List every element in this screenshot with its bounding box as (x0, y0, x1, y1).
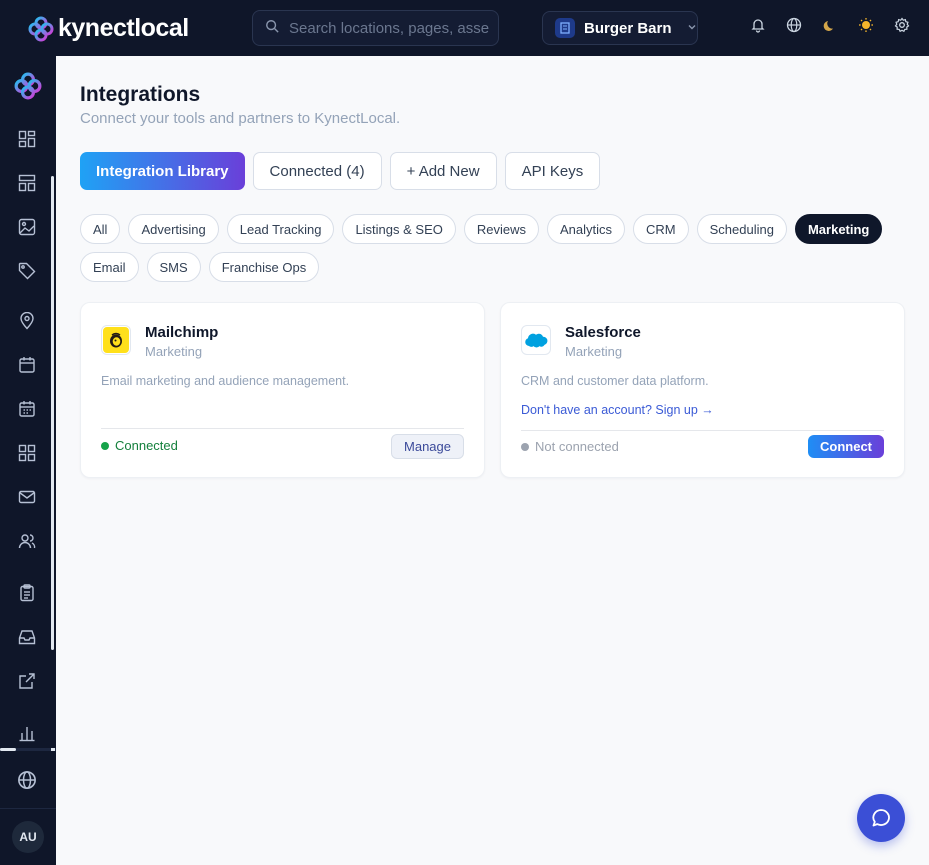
app-logo[interactable]: kynectlocal (28, 14, 189, 43)
status-label: Connected (115, 438, 178, 453)
card-divider (101, 428, 464, 429)
tab-add-new[interactable]: + Add New (389, 152, 497, 190)
category-filters: All Advertising Lead Tracking Listings &… (80, 214, 900, 282)
main-content: Integrations Connect your tools and part… (56, 56, 929, 865)
filter-chip-all[interactable]: All (80, 214, 121, 244)
sidebar-footer-divider (0, 808, 56, 809)
status-badge: Not connected (521, 439, 619, 454)
status-badge: Connected (101, 438, 178, 453)
calendar-icon[interactable] (16, 354, 38, 376)
chevron-down-icon (687, 19, 697, 37)
filter-chip-lead-tracking[interactable]: Lead Tracking (226, 214, 335, 244)
sidebar: AU (0, 56, 56, 865)
chat-bubble-icon (872, 809, 890, 827)
filter-chip-email[interactable]: Email (80, 252, 139, 282)
top-bar: kynectlocal Burger Barn (0, 0, 929, 56)
logo-mark-icon (28, 16, 54, 41)
avatar[interactable]: AU (12, 821, 44, 853)
page-subtitle: Connect your tools and partners to Kynec… (80, 110, 401, 127)
status-dot-icon (101, 441, 109, 450)
integration-name: Mailchimp (145, 324, 219, 341)
integration-card-mailchimp: Mailchimp Marketing Email marketing and … (80, 302, 485, 478)
chat-button[interactable] (857, 794, 905, 842)
building-icon (555, 18, 575, 38)
global-search[interactable] (252, 10, 499, 46)
filter-chip-sms[interactable]: SMS (146, 252, 201, 282)
gear-icon[interactable] (893, 16, 911, 34)
tab-connected[interactable]: Connected (4) (252, 152, 382, 190)
integration-name: Salesforce (565, 324, 641, 341)
globe-icon[interactable] (785, 16, 803, 34)
card-divider (521, 430, 884, 431)
salesforce-logo-icon (521, 325, 551, 355)
brand-selector[interactable]: Burger Barn (542, 11, 698, 45)
dashboard-icon[interactable] (16, 128, 38, 150)
apps-grid-icon[interactable] (16, 442, 38, 464)
integration-card-salesforce: Salesforce Marketing CRM and customer da… (500, 302, 905, 478)
logo-mark-icon (14, 72, 42, 100)
sun-icon[interactable] (857, 16, 875, 34)
filter-chip-advertising[interactable]: Advertising (128, 214, 219, 244)
mailchimp-logo-icon (101, 325, 131, 355)
search-input[interactable] (289, 19, 489, 37)
location-pin-icon[interactable] (16, 310, 38, 332)
image-icon[interactable] (16, 216, 38, 238)
sidebar-logo[interactable] (14, 72, 42, 105)
filter-chip-marketing[interactable]: Marketing (794, 214, 883, 244)
integration-category: Marketing (145, 344, 203, 359)
integration-description: Email marketing and audience management. (101, 374, 350, 388)
filter-chip-crm[interactable]: CRM (633, 214, 689, 244)
tab-bar: Integration Library Connected (4) + Add … (80, 152, 601, 190)
connect-button[interactable]: Connect (808, 435, 884, 458)
tag-icon[interactable] (16, 260, 38, 282)
filter-chip-franchise-ops[interactable]: Franchise Ops (208, 252, 320, 282)
mail-icon[interactable] (16, 486, 38, 508)
tab-api-keys[interactable]: API Keys (504, 152, 601, 190)
tab-integration-library[interactable]: Integration Library (80, 152, 245, 190)
filter-chip-listings-seo[interactable]: Listings & SEO (342, 214, 456, 244)
bar-chart-icon[interactable] (16, 722, 38, 744)
globe-icon[interactable] (16, 769, 38, 791)
integration-category: Marketing (565, 344, 623, 359)
app-name: kynectlocal (58, 14, 189, 42)
filter-chip-reviews[interactable]: Reviews (463, 214, 539, 244)
filter-chip-analytics[interactable]: Analytics (547, 214, 626, 244)
bell-icon[interactable] (749, 16, 767, 34)
search-icon (265, 19, 279, 38)
external-link-icon[interactable] (16, 670, 38, 692)
brand-selector-value: Burger Barn (584, 19, 672, 37)
users-icon[interactable] (16, 530, 38, 552)
moon-icon[interactable] (821, 16, 839, 34)
sidebar-divider (0, 748, 56, 751)
layout-icon[interactable] (16, 172, 38, 194)
schedule-icon[interactable] (16, 398, 38, 420)
page-title: Integrations (80, 83, 201, 106)
status-dot-icon (521, 442, 529, 451)
integration-description: CRM and customer data platform. (521, 374, 709, 388)
status-label: Not connected (535, 439, 619, 454)
manage-button[interactable]: Manage (391, 434, 464, 459)
inbox-icon[interactable] (16, 626, 38, 648)
filter-chip-scheduling[interactable]: Scheduling (696, 214, 787, 244)
clipboard-icon[interactable] (16, 582, 38, 604)
signup-link[interactable]: Don't have an account? Sign up → (521, 403, 714, 417)
sidebar-scrollbar[interactable] (51, 176, 54, 650)
